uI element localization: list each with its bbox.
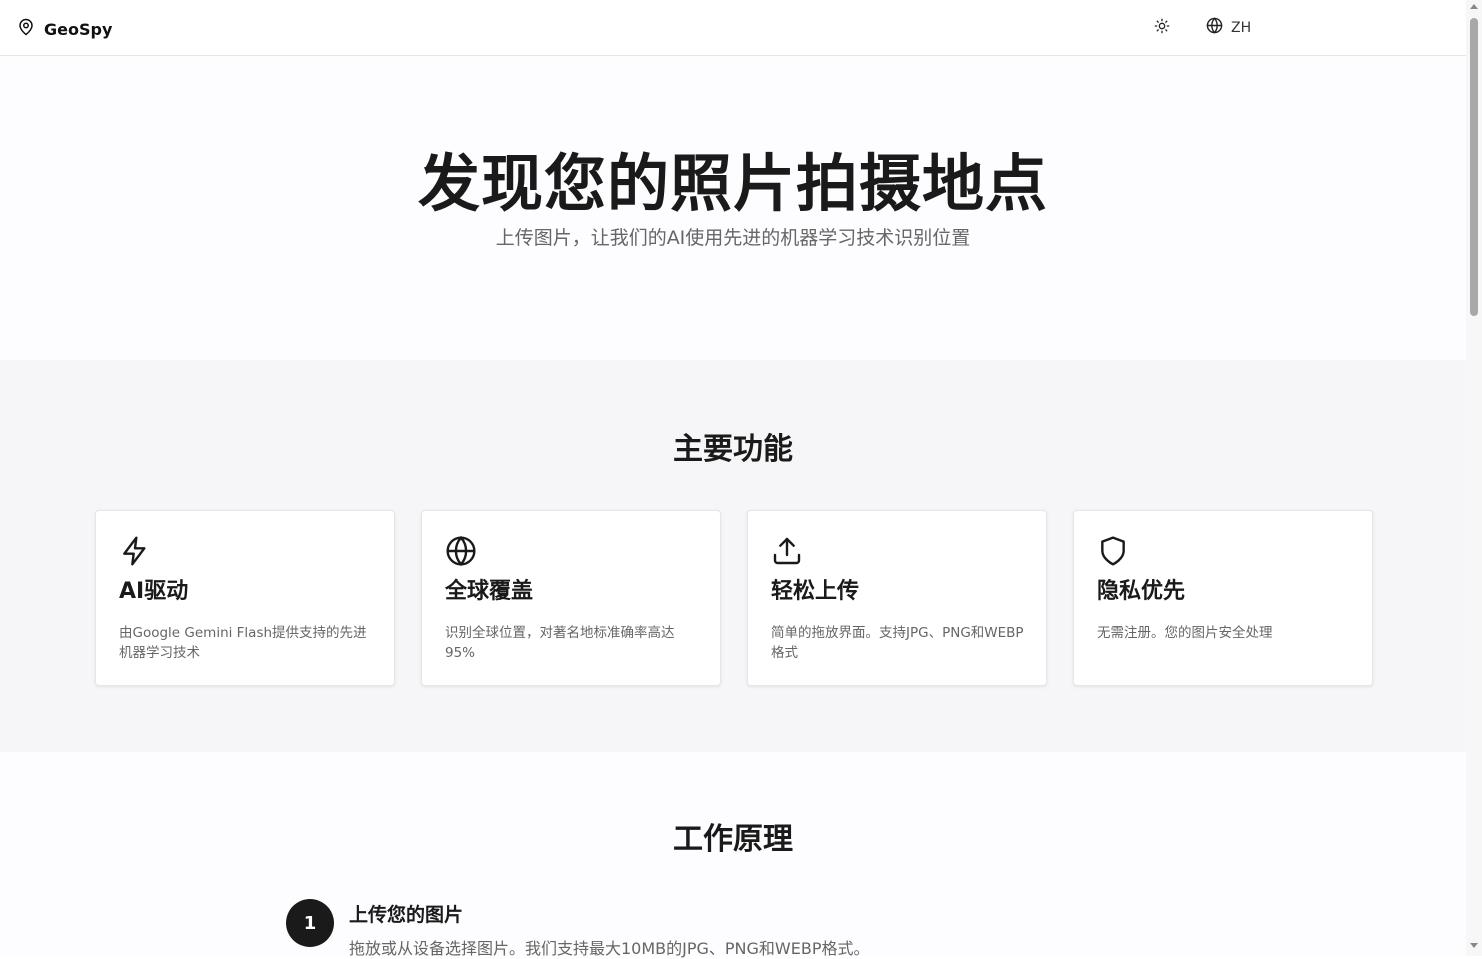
globe-icon: [445, 535, 477, 567]
feature-card-desc: 简单的拖放界面。支持JPG、PNG和WEBP格式: [771, 625, 1024, 661]
feature-card-desc: 无需注册。您的图片安全处理: [1097, 625, 1273, 641]
feature-card-upload: 轻松上传 简单的拖放界面。支持JPG、PNG和WEBP格式: [747, 510, 1047, 686]
brand-link[interactable]: GeoSpy: [17, 17, 112, 41]
step-desc: 拖放或从设备选择图片。我们支持最大10MB的JPG、PNG和WEBP格式。: [349, 939, 870, 958]
language-label: ZH: [1231, 19, 1252, 36]
hero-title: 发现您的照片拍摄地点: [417, 147, 1048, 220]
features-section: 主要功能 AI驱动 由Google Gemini Flash提供支持的先进机器学…: [0, 360, 1466, 752]
feature-card-global: 全球覆盖 识别全球位置，对著名地标准确率高达95%: [421, 510, 721, 686]
scrollbar-thumb[interactable]: [1470, 18, 1478, 316]
top-nav: GeoSpy ZH: [0, 0, 1466, 56]
scroll-down-icon[interactable]: [1470, 943, 1478, 948]
step-title: 上传您的图片: [349, 904, 464, 926]
scroll-up-icon[interactable]: [1470, 4, 1478, 9]
feature-card-title: 轻松上传: [771, 579, 860, 604]
lightning-icon: [119, 535, 151, 567]
feature-card-title: AI驱动: [119, 579, 189, 604]
how-it-works-section: 工作原理 1 上传您的图片 拖放或从设备选择图片。我们支持最大10MB的JPG、…: [0, 752, 1466, 958]
feature-card-desc: 由Google Gemini Flash提供支持的先进机器学习技术: [119, 625, 367, 661]
how-it-works-title: 工作原理: [673, 822, 793, 857]
hero-subtitle: 上传图片，让我们的AI使用先进的机器学习技术识别位置: [495, 227, 971, 249]
feature-card-privacy: 隐私优先 无需注册。您的图片安全处理: [1073, 510, 1373, 686]
feature-card-desc: 识别全球位置，对著名地标准确率高达95%: [445, 625, 675, 661]
feature-card-title: 隐私优先: [1097, 579, 1186, 604]
language-button[interactable]: ZH: [1206, 17, 1251, 38]
step-number-badge: 1: [286, 899, 334, 947]
feature-card-ai: AI驱动 由Google Gemini Flash提供支持的先进机器学习技术: [95, 510, 395, 686]
hero-section: 发现您的照片拍摄地点 上传图片，让我们的AI使用先进的机器学习技术识别位置: [0, 57, 1466, 360]
globe-icon: [1206, 17, 1223, 38]
feature-card-title: 全球覆盖: [445, 579, 534, 604]
features-title: 主要功能: [673, 432, 793, 467]
shield-icon: [1097, 535, 1129, 567]
sun-icon: [1154, 18, 1170, 38]
brand-name: GeoSpy: [44, 19, 113, 39]
map-pin-icon: [17, 17, 35, 41]
theme-toggle-button[interactable]: [1152, 18, 1172, 38]
page-scrollbar[interactable]: [1466, 0, 1482, 956]
upload-icon: [771, 535, 803, 567]
